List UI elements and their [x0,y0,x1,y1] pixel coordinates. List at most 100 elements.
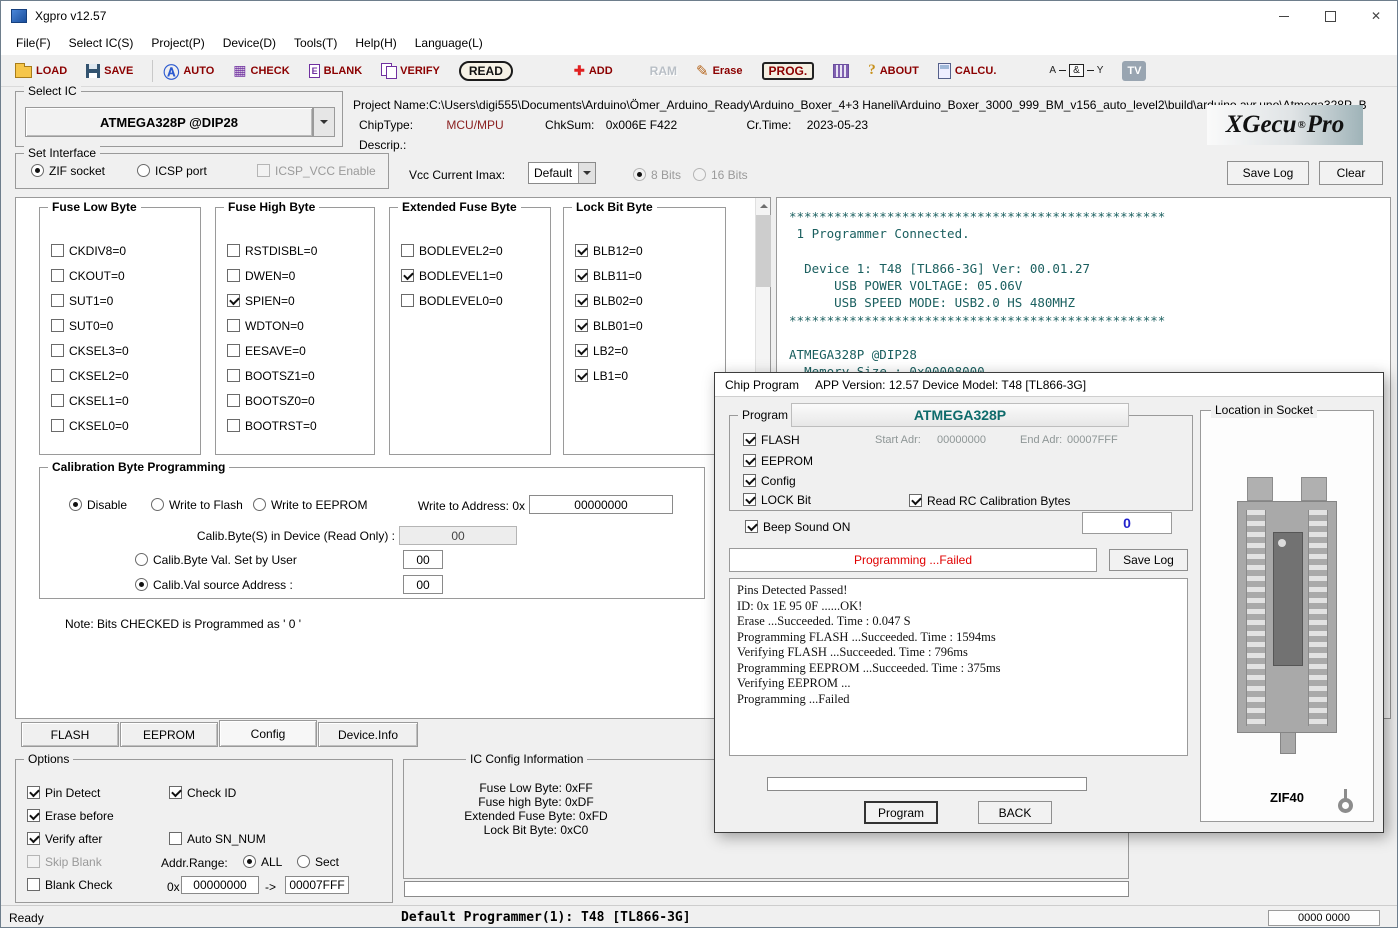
blb12-checkbox[interactable]: BLB12=0 [575,243,643,258]
logic-gate-button[interactable]: A&Y [1047,58,1105,84]
bootsz1-checkbox[interactable]: BOOTSZ1=0 [227,368,315,383]
addr-range-sect-radio[interactable]: Sect [297,854,339,869]
add-button[interactable]: ADD [572,58,615,84]
bootsz0-checkbox[interactable]: BOOTSZ0=0 [227,393,315,408]
blank-check-checkbox[interactable]: Blank Check [27,877,112,892]
range-start-input[interactable] [181,876,259,894]
verify-button[interactable]: VERIFY [379,58,442,84]
minimize-icon[interactable] [1261,1,1307,31]
back-button[interactable]: BACK [978,801,1052,824]
beep-sound-checkbox[interactable]: Beep Sound ON [745,519,850,534]
blb02-checkbox[interactable]: BLB02=0 [575,293,643,308]
bits8-radio[interactable]: 8 Bits [633,167,681,182]
check-button[interactable]: CHECK [231,58,291,84]
save-log-button[interactable]: Save Log [1227,161,1309,185]
calib-write-eeprom-radio[interactable]: Write to EEPROM [253,497,367,512]
addr-range-all-radio[interactable]: ALL [243,854,282,869]
menu-project[interactable]: Project(P) [142,31,213,55]
program-button[interactable]: Program [864,801,938,824]
wdton-checkbox[interactable]: WDTON=0 [227,318,304,333]
about-button[interactable]: ABOUT [866,58,921,84]
cksel3-checkbox[interactable]: CKSEL3=0 [51,343,129,358]
scroll-up-icon[interactable] [756,198,771,214]
calib-disable-radio[interactable]: Disable [69,497,127,512]
spien-checkbox[interactable]: SPIEN=0 [227,293,295,308]
combo-arrow-icon[interactable] [578,163,595,183]
cksel2-checkbox[interactable]: CKSEL2=0 [51,368,129,383]
ckdiv8-checkbox[interactable]: CKDIV8=0 [51,243,126,258]
vcc-imax-combo[interactable]: Default [528,162,596,184]
tab-device-info[interactable]: Device.Info [318,722,418,747]
ic-test-button[interactable] [831,58,851,84]
sut0-checkbox[interactable]: SUT0=0 [51,318,113,333]
tv-button[interactable]: TV [1120,58,1148,84]
bodlevel1-checkbox[interactable]: BODLEVEL1=0 [401,268,503,283]
write-address-input[interactable] [529,495,673,514]
skip-blank-checkbox[interactable]: Skip Blank [27,854,102,869]
flash-checkbox[interactable]: FLASH [743,432,800,447]
scrollbar-thumb[interactable] [756,215,771,287]
rstdisbl-checkbox[interactable]: RSTDISBL=0 [227,243,317,258]
erase-before-checkbox[interactable]: Erase before [27,808,114,823]
selected-ic-display[interactable]: ATMEGA328P @DIP28 [25,107,313,137]
status-programmer: Default Programmer(1): T48 [TL866-3G] [401,910,691,925]
bootrst-checkbox[interactable]: BOOTRST=0 [227,418,317,433]
read-rc-checkbox[interactable]: Read RC Calibration Bytes [909,493,1070,508]
menu-help[interactable]: Help(H) [346,31,405,55]
calib-source-address-radio[interactable]: Calib.Val source Address : [135,577,293,592]
save-button[interactable]: SAVE [84,58,135,84]
calib-source-address-input[interactable] [403,575,443,594]
bits16-radio[interactable]: 16 Bits [693,167,748,182]
sut1-checkbox[interactable]: SUT1=0 [51,293,113,308]
select-ic-dropdown-button[interactable] [313,107,335,137]
icsp-port-radio[interactable]: ICSP port [137,163,207,178]
lb1-checkbox[interactable]: LB1=0 [575,368,628,383]
blank-button[interactable]: BLANK [307,58,365,84]
cksel0-checkbox[interactable]: CKSEL0=0 [51,418,129,433]
registered-mark: ® [1298,119,1306,131]
tab-flash[interactable]: FLASH [21,722,119,747]
menu-language[interactable]: Language(L) [406,31,492,55]
lock-bit-checkbox[interactable]: LOCK Bit [743,492,811,507]
menu-tools[interactable]: Tools(T) [285,31,346,55]
tab-config[interactable]: Config [219,720,317,747]
range-end-input[interactable] [285,876,349,894]
close-icon[interactable] [1353,1,1398,31]
blb11-checkbox[interactable]: BLB11=0 [575,268,642,283]
calib-user-byte-radio[interactable]: Calib.Byte Val. Set by User [135,552,297,567]
bodlevel0-checkbox[interactable]: BODLEVEL0=0 [401,293,503,308]
read-button[interactable]: READ [457,58,515,84]
tab-eeprom[interactable]: EEPROM [120,722,218,747]
auto-button[interactable]: AUTO [161,58,216,84]
lb2-checkbox[interactable]: LB2=0 [575,343,628,358]
gate-wire [1087,70,1094,71]
calcu-button[interactable]: CALCU. [936,58,999,84]
maximize-icon[interactable] [1307,1,1353,31]
clear-button[interactable]: Clear [1319,161,1383,185]
menu-device[interactable]: Device(D) [214,31,285,55]
auto-sn-checkbox[interactable]: Auto SN_NUM [169,831,266,846]
menu-select-ic[interactable]: Select IC(S) [60,31,143,55]
blb01-checkbox[interactable]: BLB01=0 [575,318,643,333]
menu-file[interactable]: File(F) [7,31,60,55]
config-checkbox[interactable]: Config [743,473,796,488]
verify-after-checkbox[interactable]: Verify after [27,831,102,846]
calib-write-flash-radio[interactable]: Write to Flash [151,497,243,512]
zif-socket-radio[interactable]: ZIF socket [31,163,105,178]
dwen-checkbox[interactable]: DWEN=0 [227,268,295,283]
ram-button[interactable]: RAM [648,58,679,84]
pin-detect-checkbox[interactable]: Pin Detect [27,785,100,800]
cksel1-checkbox[interactable]: CKSEL1=0 [51,393,129,408]
eeprom-checkbox[interactable]: EEPROM [743,453,813,468]
ckout-checkbox[interactable]: CKOUT=0 [51,268,125,283]
calib-user-byte-input[interactable] [403,550,443,569]
icsp-vcc-checkbox[interactable]: ICSP_VCC Enable [257,163,376,178]
dialog-save-log-button[interactable]: Save Log [1109,549,1188,571]
eesave-checkbox[interactable]: EESAVE=0 [227,343,306,358]
erase-button[interactable]: Erase [694,58,745,84]
prog-button[interactable]: PROG. [760,58,817,84]
check-id-checkbox[interactable]: Check ID [169,785,236,800]
bodlevel2-checkbox[interactable]: BODLEVEL2=0 [401,243,503,258]
load-button[interactable]: LOAD [13,58,69,84]
socket-location-group-title: Location in Socket [1211,403,1317,418]
